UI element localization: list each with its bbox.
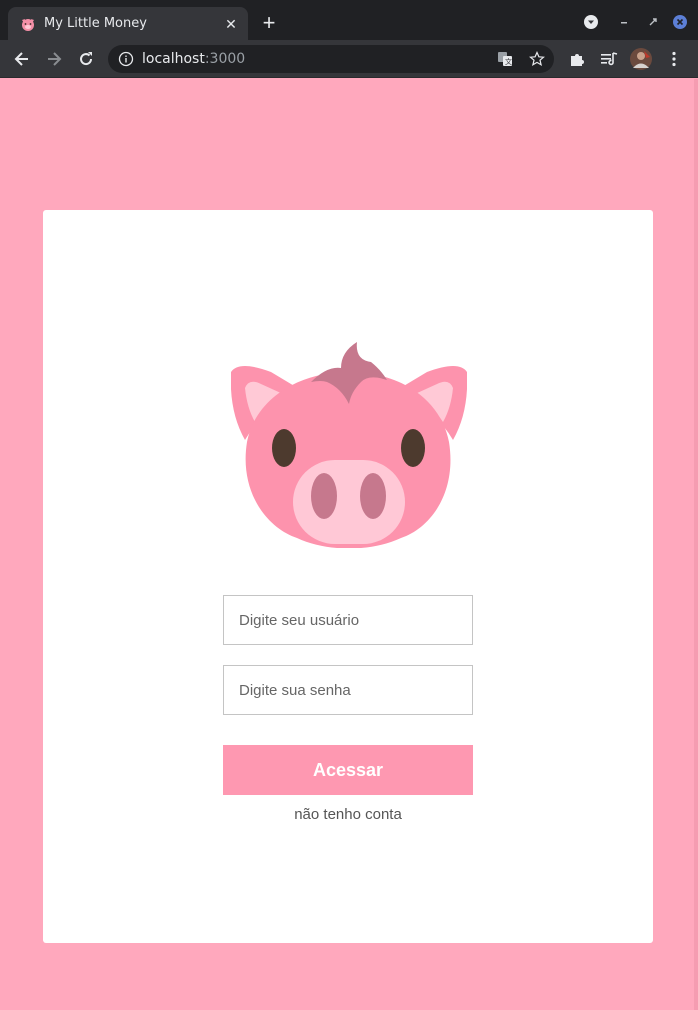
scrollbar-edge [694,79,698,1010]
svg-text:文: 文 [505,57,512,66]
extensions-puzzle-icon[interactable] [567,49,587,69]
forward-arrow-icon[interactable] [44,49,64,69]
access-button[interactable]: Acessar [223,745,473,795]
address-bar[interactable]: localhost:3000 文 [108,45,554,73]
page-background: Acessar não tenho conta [0,79,698,1010]
password-input[interactable] [223,665,473,715]
back-arrow-icon[interactable] [12,49,32,69]
tab-search-icon[interactable] [583,14,599,30]
close-tab-icon[interactable]: ✕ [222,15,240,33]
translate-icon[interactable]: 文 [497,51,513,67]
minimize-icon[interactable] [617,14,633,30]
username-input[interactable] [223,595,473,645]
profile-avatar[interactable] [630,48,652,70]
no-account-link[interactable]: não tenho conta [223,806,473,823]
media-queue-icon[interactable] [599,49,619,69]
browser-tab[interactable]: My Little Money ✕ [8,7,248,41]
new-tab-icon[interactable]: + [258,12,280,34]
tab-title: My Little Money [44,16,147,31]
bookmark-star-icon[interactable] [529,51,545,67]
pig-favicon-icon [22,19,34,31]
browser-tab-bar: My Little Money ✕ + [0,0,698,41]
pig-face-icon [231,342,467,548]
url-text[interactable]: localhost:3000 [142,51,245,67]
restore-icon[interactable] [645,14,661,30]
site-info-icon[interactable] [118,51,134,67]
close-window-icon[interactable] [672,14,688,30]
kebab-menu-icon[interactable] [664,49,684,69]
browser-toolbar: localhost:3000 文 [0,40,698,78]
reload-icon[interactable] [76,49,96,69]
login-card: Acessar não tenho conta [43,210,653,943]
